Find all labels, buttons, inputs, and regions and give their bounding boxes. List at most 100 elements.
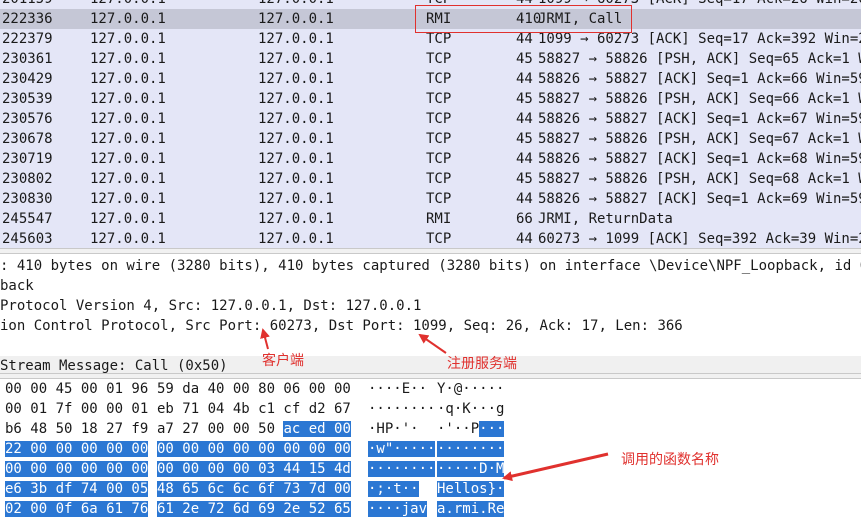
packet-destination: 127.0.0.1: [258, 0, 334, 9]
packet-length: 66: [516, 211, 533, 227]
packet-source: 127.0.0.1: [90, 131, 166, 147]
packet-destination: 127.0.0.1: [258, 191, 334, 207]
packet-row[interactable]: 230539 127.0.0.1 127.0.0.1 TCP 45 58827 → 588…: [0, 89, 861, 109]
hex-bytes-right: 48 65 6c 6c 6f 73 7d 00: [157, 479, 351, 499]
hex-bytes-left-selected: 02 00 0f 6a 61 76: [5, 501, 149, 517]
hex-row[interactable]: 00 00 45 00 01 96 59 da 40 00 80 06 00 00…: [0, 379, 861, 399]
ascii-right: ·q·K···g: [437, 399, 504, 419]
packet-protocol: TCP: [426, 191, 452, 207]
detail-ipv4[interactable]: Protocol Version 4, Src: 127.0.0.1, Dst:…: [0, 296, 421, 316]
packet-source: 127.0.0.1: [90, 71, 166, 87]
packet-destination: 127.0.0.1: [258, 91, 334, 107]
hex-bytes-right: eb 71 04 4b c1 cf d2 67: [157, 399, 351, 419]
ascii-right: ·'··P···: [437, 419, 505, 439]
packet-number: 230830: [2, 191, 53, 207]
ascii-left-plain: ····E··: [368, 381, 428, 397]
hex-bytes-left: 02 00 0f 6a 61 76: [5, 499, 149, 519]
hex-row[interactable]: 00 00 00 00 00 00 00 00 00 00 03 44 15 4d…: [0, 459, 861, 479]
hex-bytes-left-selected: 00 00 00 00 00 00: [5, 461, 149, 477]
packet-destination: 127.0.0.1: [258, 31, 334, 47]
packet-info: 58827 → 58826 [PSH, ACK] Seq=65 Ack=1 Wi…: [538, 51, 861, 67]
packet-source: 127.0.0.1: [90, 11, 166, 27]
packet-source: 127.0.0.1: [90, 31, 166, 47]
packet-row[interactable]: 230429 127.0.0.1 127.0.0.1 TCP 44 58826 → 588…: [0, 69, 861, 89]
hex-bytes-right-selected: 00 00 00 00 00 00 00 00: [157, 441, 351, 457]
ascii-right-plain: ·q·K···g: [437, 401, 505, 417]
packet-row[interactable]: 230719 127.0.0.1 127.0.0.1 TCP 44 58826 → 588…: [0, 149, 861, 169]
ascii-left: ········: [368, 459, 436, 479]
hex-row[interactable]: e6 3b df 74 00 05 48 65 6c 6c 6f 73 7d 00…: [0, 479, 861, 499]
ascii-right: ········: [437, 439, 505, 459]
packet-length: 45: [516, 51, 533, 67]
packet-number: 230678: [2, 131, 53, 147]
packet-length: 44: [516, 111, 533, 127]
ascii-left-selected: ········: [368, 461, 436, 477]
hex-bytes-left: b6 48 50 18 27 f9: [5, 419, 148, 439]
packet-number: 222336: [2, 11, 53, 27]
ascii-right-selected: a.rmi.Re: [437, 501, 505, 517]
ascii-right-selected: Hellos}·: [437, 481, 505, 497]
packet-list[interactable]: 201159127.0.0.1127.0.0.1TCP441099 → 6027…: [0, 0, 861, 248]
packet-number: 222379: [2, 31, 53, 47]
packet-info: 60273 → 1099 [ACK] Seq=392 Ack=39 Win=26…: [538, 231, 861, 247]
packet-number: 230802: [2, 171, 53, 187]
hex-bytes-right: 61 2e 72 6d 69 2e 52 65: [157, 499, 351, 519]
packet-row[interactable]: 230576 127.0.0.1 127.0.0.1 TCP 44 58826 → 588…: [0, 109, 861, 129]
hex-bytes-right: 00 00 00 00 00 00 00 00: [157, 439, 351, 459]
hex-row[interactable]: 22 00 00 00 00 00 00 00 00 00 00 00 00 00…: [0, 439, 861, 459]
detail-frame[interactable]: : 410 bytes on wire (3280 bits), 410 byt…: [0, 256, 861, 276]
packet-info: 58826 → 58827 [ACK] Seq=1 Ack=69 Win=592…: [538, 191, 861, 207]
rmi-call-highlight-box: [415, 5, 632, 33]
packet-info: 58827 → 58826 [PSH, ACK] Seq=68 Ack=1 Wi…: [538, 171, 861, 187]
hex-bytes-right: a7 27 00 00 50 ac ed 00: [157, 419, 351, 439]
packet-row[interactable]: 230830 127.0.0.1 127.0.0.1 TCP 44 58826 → 588…: [0, 189, 861, 209]
packet-length: 44: [516, 71, 533, 87]
packet-protocol: TCP: [426, 171, 452, 187]
packet-number: 201159: [2, 0, 53, 9]
hex-dump-pane[interactable]: 00 00 45 00 01 96 59 da 40 00 80 06 00 00…: [0, 379, 861, 517]
annotation-function-name: 调用的函数名称: [621, 452, 719, 468]
ascii-right-selected: ·····D·M: [437, 461, 505, 477]
packet-row[interactable]: 245603 127.0.0.1 127.0.0.1 TCP 44 60273 → 109…: [0, 229, 861, 248]
packet-source: 127.0.0.1: [90, 111, 166, 127]
hex-row[interactable]: 00 01 7f 00 00 01 eb 71 04 4b c1 cf d2 67…: [0, 399, 861, 419]
packet-row[interactable]: 230678 127.0.0.1 127.0.0.1 TCP 45 58827 → 588…: [0, 129, 861, 149]
packet-protocol: RMI: [426, 211, 452, 227]
packet-info: 58826 → 58827 [ACK] Seq=1 Ack=67 Win=592…: [538, 111, 861, 127]
hex-row[interactable]: 02 00 0f 6a 61 76 61 2e 72 6d 69 2e 52 65…: [0, 499, 861, 519]
hex-bytes-left: 00 01 7f 00 00 01: [5, 399, 148, 419]
hex-bytes-right-selected: 48 65 6c 6c 6f 73 7d 00: [157, 481, 351, 497]
ascii-left-plain: ·HP·'·: [368, 421, 419, 437]
ascii-right: ·····D·M: [437, 459, 505, 479]
packet-source: 127.0.0.1: [90, 211, 166, 227]
hex-bytes-left-plain: 00 00 45 00 01 96: [5, 381, 149, 397]
packet-length: 45: [516, 91, 533, 107]
detail-null-loopback[interactable]: back: [0, 276, 34, 296]
detail-tcp[interactable]: ion Control Protocol, Src Port: 60273, D…: [0, 316, 683, 336]
packet-length: 44: [516, 191, 533, 207]
packet-protocol: TCP: [426, 231, 452, 247]
hex-bytes-right-selected: ac ed 00: [283, 421, 351, 437]
packet-info: 58826 → 58827 [ACK] Seq=1 Ack=68 Win=592…: [538, 151, 861, 167]
ascii-left-selected: ····jav: [368, 501, 428, 517]
packet-row[interactable]: 245547 127.0.0.1 127.0.0.1 RMI 66 JRMI, Retur…: [0, 209, 861, 229]
packet-destination: 127.0.0.1: [258, 231, 334, 247]
packet-source: 127.0.0.1: [90, 0, 166, 9]
hex-bytes-left-selected: e6 3b df 74 00 05: [5, 481, 149, 497]
packet-row[interactable]: 230361 127.0.0.1 127.0.0.1 TCP 45 58827 → 588…: [0, 49, 861, 69]
packet-protocol: TCP: [426, 51, 452, 67]
ascii-right: Hellos}·: [437, 479, 505, 499]
packet-destination: 127.0.0.1: [258, 71, 334, 87]
packet-number: 230539: [2, 91, 53, 107]
hex-row[interactable]: b6 48 50 18 27 f9 a7 27 00 00 50 ac ed 00…: [0, 419, 861, 439]
packet-number: 230719: [2, 151, 53, 167]
packet-row[interactable]: 230802 127.0.0.1 127.0.0.1 TCP 45 58827 → 588…: [0, 169, 861, 189]
hex-bytes-left-plain: 00 01 7f 00 00 01: [5, 401, 149, 417]
packet-destination: 127.0.0.1: [258, 211, 334, 227]
hex-bytes-left: 22 00 00 00 00 00: [5, 439, 149, 459]
packet-length: 45: [516, 171, 533, 187]
packet-source: 127.0.0.1: [90, 91, 166, 107]
packet-details-pane[interactable]: : 410 bytes on wire (3280 bits), 410 byt…: [0, 254, 861, 376]
hex-bytes-right-plain: 59 da 40 00 80 06 00 00: [157, 381, 351, 397]
packet-length: 44: [516, 231, 533, 247]
